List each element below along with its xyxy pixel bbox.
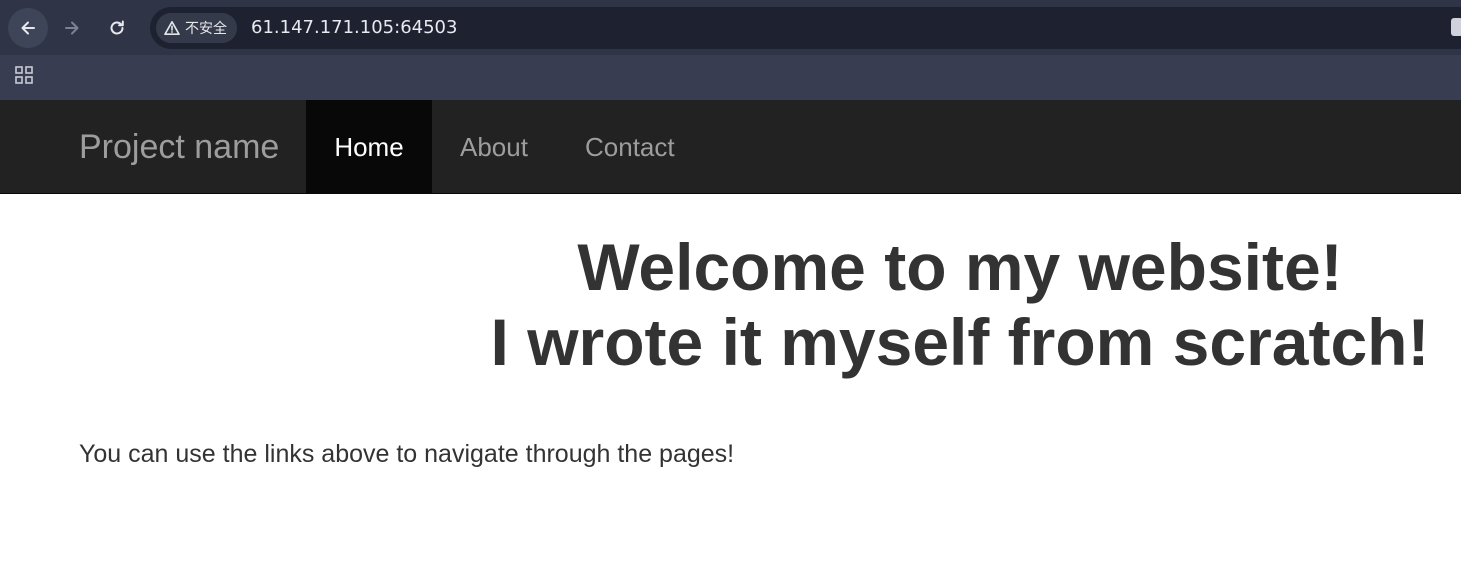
back-arrow-icon	[21, 21, 35, 35]
address-bar[interactable]: 不安全 61.147.171.105:64503	[150, 7, 1461, 49]
apps-grid-icon[interactable]	[14, 65, 34, 85]
reload-icon	[110, 20, 124, 35]
nav-contact[interactable]: Contact	[585, 100, 675, 194]
hero-heading: Welcome to my website! I wrote it myself…	[470, 230, 1450, 380]
brand-link[interactable]: Project name	[79, 100, 279, 194]
hero-line-2: I wrote it myself from scratch!	[490, 305, 1430, 379]
bookmarks-bar	[0, 55, 1461, 100]
browser-toolbar: 不安全 61.147.171.105:64503	[0, 0, 1461, 55]
security-chip[interactable]: 不安全	[156, 13, 237, 43]
site-navbar: Project name Home About Contact	[0, 100, 1461, 194]
url-text[interactable]: 61.147.171.105:64503	[251, 7, 457, 49]
reload-button[interactable]	[97, 8, 137, 48]
hero-line-1: Welcome to my website!	[577, 230, 1343, 304]
forward-arrow-icon	[65, 21, 79, 35]
nav-about[interactable]: About	[460, 100, 528, 194]
nav-home[interactable]: Home	[306, 100, 432, 194]
page-action-icon[interactable]	[1451, 18, 1461, 36]
back-button[interactable]	[8, 8, 48, 48]
forward-button[interactable]	[52, 8, 92, 48]
lead-paragraph: You can use the links above to navigate …	[79, 440, 735, 468]
security-label: 不安全	[185, 21, 227, 37]
warning-icon	[164, 21, 180, 35]
